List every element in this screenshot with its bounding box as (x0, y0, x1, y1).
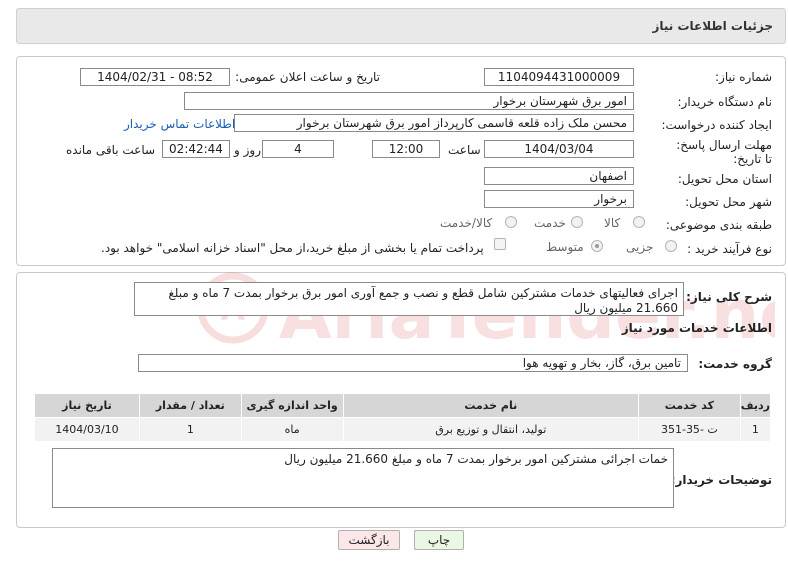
deadline-date-field: 1404/03/04 (484, 140, 634, 158)
days-label: روز و (234, 143, 261, 157)
category-label: طبقه بندی موضوعی: (665, 218, 772, 232)
requester-label: ایجاد کننده درخواست: (661, 118, 772, 132)
category-radio-service[interactable] (571, 216, 583, 228)
table-row: 1 ت -35-351 تولید، انتقال و توزیع برق ما… (34, 417, 772, 442)
back-button[interactable]: بازگشت (338, 530, 400, 550)
buyer-contact-link[interactable]: اطلاعات تماس خریدار (124, 117, 235, 131)
table-header-row: ردیف کد خدمت نام خدمت واحد اندازه گیری ت… (34, 393, 772, 418)
process-option-medium: متوسط (546, 240, 584, 254)
process-option-minor: جزیی (626, 240, 654, 254)
announce-label: تاریخ و ساعت اعلان عمومی: (235, 70, 380, 84)
treasury-payment-note: پرداخت تمام یا بخشی از مبلغ خرید،از محل … (101, 241, 484, 255)
province-field: اصفهان (484, 167, 634, 185)
cell-name: تولید، انتقال و توزیع برق (342, 417, 639, 442)
announce-field: 1404/02/31 - 08:52 (80, 68, 230, 86)
services-table: ردیف کد خدمت نام خدمت واحد اندازه گیری ت… (34, 393, 772, 442)
summary-label: شرح کلی نیاز: (686, 290, 772, 304)
column-header-row-num: ردیف (739, 393, 772, 418)
cell-unit: ماه (240, 417, 344, 442)
buyer-field: امور برق شهرستان برخوار (184, 92, 634, 110)
cell-date: 1404/03/10 (34, 417, 140, 442)
process-radio-minor[interactable] (665, 240, 677, 252)
buyer-notes-textarea[interactable]: خمات اجرائی مشترکین امور برخوار بمدت 7 م… (52, 448, 674, 508)
category-radio-goods-service[interactable] (505, 216, 517, 228)
remaining-time-field: 02:42:44 (162, 140, 230, 158)
column-header-name: نام خدمت (342, 393, 639, 418)
treasury-payment-checkbox[interactable] (494, 238, 506, 250)
city-label: شهر محل تحویل: (685, 195, 772, 209)
remaining-label: ساعت باقی مانده (66, 143, 156, 157)
cell-row-num: 1 (739, 417, 772, 442)
need-number-label: شماره نیاز: (715, 70, 772, 84)
column-header-unit: واحد اندازه گیری (240, 393, 344, 418)
need-number-field: 1104094431000009 (484, 68, 634, 86)
city-field: برخوار (484, 190, 634, 208)
cell-qty: 1 (138, 417, 242, 442)
category-option-goods: کالا (604, 216, 621, 230)
buyer-label: نام دستگاه خریدار: (677, 95, 773, 109)
deadline-time-label: ساعت (448, 143, 481, 157)
deadline-time-field: 12:00 (372, 140, 440, 158)
buyer-notes-label: توضیحات خریدار: (670, 473, 772, 487)
category-option-service: خدمت (534, 216, 566, 230)
process-radio-medium[interactable] (591, 240, 603, 252)
column-header-date: تاریخ نیاز (34, 393, 140, 418)
deadline-label: مهلت ارسال پاسخ: تا تاریخ: (676, 138, 772, 166)
days-field: 4 (262, 140, 334, 158)
page-title: جزئیات اطلاعات نیاز (652, 19, 773, 33)
services-section-title: اطلاعات خدمات مورد نیاز (621, 321, 772, 335)
province-label: استان محل تحویل: (677, 172, 772, 186)
requester-field: محسن ملک زاده قلعه قاسمی کارپرداز امور ب… (234, 114, 634, 132)
process-label: نوع فرآیند خرید : (687, 242, 772, 256)
category-radio-goods[interactable] (633, 216, 645, 228)
service-group-field: تامین برق، گاز، بخار و تهویه هوا (138, 354, 688, 372)
page-header: جزئیات اطلاعات نیاز (16, 8, 786, 44)
cell-code: ت -35-351 (637, 417, 741, 442)
need-info-panel (16, 56, 786, 266)
print-button[interactable]: چاپ (414, 530, 464, 550)
column-header-qty: تعداد / مقدار (138, 393, 242, 418)
summary-textarea[interactable]: اجرای فعالیتهای خدمات مشترکین شامل قطع و… (134, 282, 684, 316)
service-group-label: گروه خدمت: (698, 357, 772, 371)
column-header-code: کد خدمت (637, 393, 741, 418)
category-option-goods-service: کالا/خدمت (440, 216, 493, 230)
